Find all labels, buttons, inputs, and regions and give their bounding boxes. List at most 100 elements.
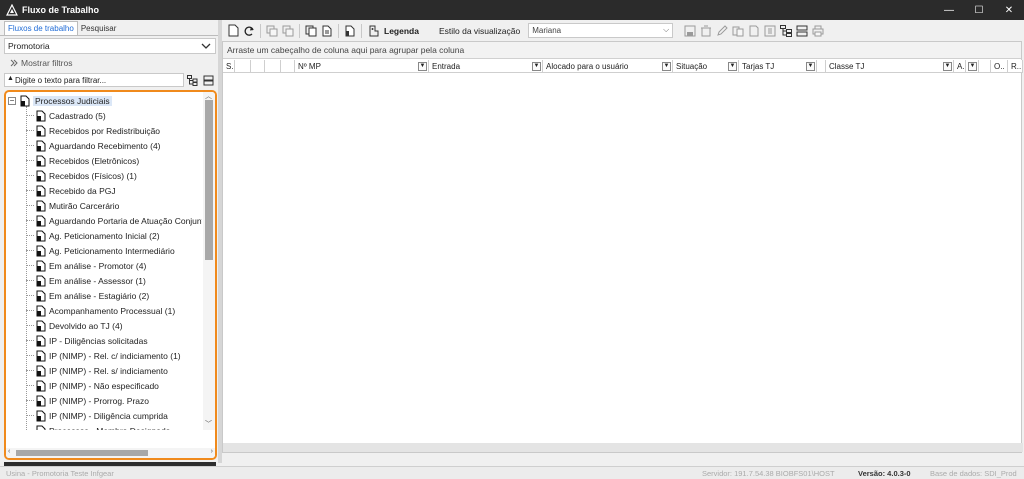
chevron-down-icon: ⌵ xyxy=(663,25,670,34)
assign-icon[interactable] xyxy=(343,24,357,38)
style-label: Estilo da visualização xyxy=(438,25,521,36)
duplicate-icon[interactable] xyxy=(304,24,318,38)
tree-item[interactable]: Recebidos por Redistribuição xyxy=(26,123,160,138)
column-filter-icon[interactable]: ▼ xyxy=(728,62,737,71)
column-filter-icon[interactable]: ▼ xyxy=(662,62,671,71)
document-icon xyxy=(36,215,46,226)
grid-column-headers: S.. Nº MP ▼ Entrada ▼ Alocado para o usuário ▼… xyxy=(223,60,1023,73)
column-header-attach[interactable] xyxy=(281,60,295,73)
column-header-status[interactable]: S.. xyxy=(223,60,235,73)
tree-item[interactable]: IP (NIMP) - Rel. s/ indiciamento xyxy=(26,363,168,378)
tree-item[interactable]: Em análise - Assessor (1) xyxy=(26,273,146,288)
column-filter-icon[interactable]: ▼ xyxy=(943,62,952,71)
tab-pesquisar[interactable]: Pesquisar xyxy=(78,22,120,35)
column-header-r[interactable]: R.. xyxy=(1008,60,1023,73)
print-icon[interactable] xyxy=(811,24,825,38)
column-header-numero-mp[interactable]: Nº MP ▼ xyxy=(295,60,429,73)
export-view-icon[interactable] xyxy=(763,24,777,38)
show-filters-toggle[interactable]: Mostrar filtros xyxy=(10,58,72,68)
tree-vertical-scrollbar[interactable]: ︿ ﹀ xyxy=(203,92,215,430)
tree-item[interactable]: Cadastrado (5) xyxy=(26,108,106,123)
show-filters-label: Mostrar filtros xyxy=(21,58,73,68)
maximize-button[interactable]: ☐ xyxy=(964,0,994,20)
tree-item[interactable]: Acompanhamento Processual (1) xyxy=(26,303,175,318)
edit-view-icon[interactable] xyxy=(715,24,729,38)
tree-item[interactable]: Ag. Peticionamento Inicial (2) xyxy=(26,228,160,243)
tree-item[interactable]: Recebidos (Físicos) (1) xyxy=(26,168,137,183)
column-header-check[interactable] xyxy=(251,60,265,73)
tree-item[interactable]: Em análise - Estagiário (2) xyxy=(26,288,149,303)
share-view-icon[interactable] xyxy=(731,24,745,38)
import-view-icon[interactable] xyxy=(747,24,761,38)
tree-root-label: Processos Judiciais xyxy=(33,95,112,106)
legend-button[interactable]: Legenda xyxy=(384,26,419,36)
copy-icon[interactable] xyxy=(265,24,279,38)
refresh-icon[interactable] xyxy=(242,24,256,38)
style-select-value: Mariana xyxy=(532,26,562,35)
column-header-alocado[interactable]: Alocado para o usuário ▼ xyxy=(543,60,673,73)
scroll-down-icon[interactable]: ﹀ xyxy=(205,419,212,429)
minimize-button[interactable]: — xyxy=(934,0,964,20)
column-header-o1[interactable]: O..▼ xyxy=(966,60,979,73)
column-header-tarjas[interactable]: Tarjas TJ ▼ xyxy=(739,60,817,73)
legend-icon[interactable] xyxy=(366,24,380,38)
tree-item[interactable]: Ag. Peticionamento Intermediário xyxy=(26,243,175,258)
tree-item[interactable]: Em análise - Promotor (4) xyxy=(26,258,146,273)
column-filter-icon[interactable]: ▼ xyxy=(968,62,977,71)
tree-item[interactable]: IP (NIMP) - Não especificado xyxy=(26,378,159,393)
tree-vertical-scroll-thumb[interactable] xyxy=(205,100,213,260)
process-grid: Arraste um cabeçalho de coluna aqui para… xyxy=(222,41,1023,453)
tree-item[interactable]: IP (NIMP) - Diligência cumprida xyxy=(26,408,168,423)
scroll-right-icon[interactable]: › xyxy=(211,448,213,455)
tree-item[interactable]: IP (NIMP) - Rel. c/ indiciamento (1) xyxy=(26,348,181,363)
tree-connector xyxy=(26,220,34,221)
column-filter-icon[interactable]: ▼ xyxy=(532,62,541,71)
new-document-icon[interactable] xyxy=(226,24,240,38)
column-header-flag[interactable] xyxy=(235,60,251,73)
tree-item[interactable]: Mutirão Carcerário xyxy=(26,198,119,213)
close-window-button[interactable]: ✕ xyxy=(994,0,1024,20)
save-view-icon[interactable] xyxy=(683,24,697,38)
collapse-groups-icon[interactable] xyxy=(795,24,809,38)
tree-item[interactable]: Recebidos (Eletrônicos) xyxy=(26,153,139,168)
column-header-o-filter[interactable] xyxy=(979,60,991,73)
move-icon[interactable] xyxy=(281,24,295,38)
attach-icon[interactable] xyxy=(320,24,334,38)
column-header-classe[interactable]: Classe TJ ▼ xyxy=(826,60,954,73)
column-filter-icon[interactable]: ▼ xyxy=(806,62,815,71)
tree-item[interactable]: Recebido da PGJ xyxy=(26,183,116,198)
grid-footer xyxy=(223,443,1023,452)
tree-item-label: Em análise - Promotor (4) xyxy=(49,260,147,271)
workflow-dropdown[interactable]: Promotoria xyxy=(4,38,216,54)
column-header-situacao[interactable]: Situação ▼ xyxy=(673,60,739,73)
tree-item[interactable]: Aguardando Portaria de Atuação Conjunta xyxy=(26,213,202,228)
tree-item[interactable]: Processos - Membro Designado xyxy=(26,423,170,430)
delete-view-icon[interactable] xyxy=(699,24,713,38)
right-panel: Legenda Estilo da visualização Mariana ⌵… xyxy=(222,20,1024,463)
document-icon xyxy=(36,260,46,271)
toolbar-separator xyxy=(361,23,362,38)
collapse-node-icon[interactable]: − xyxy=(8,96,16,105)
grid-tree-icon[interactable] xyxy=(779,24,793,38)
tree-horizontal-scroll-thumb[interactable] xyxy=(16,450,148,456)
group-by-area[interactable]: Arraste um cabeçalho de coluna aqui para… xyxy=(223,42,1021,59)
column-header-a[interactable]: A.. xyxy=(954,60,966,73)
tree-item[interactable]: Devolvido ao TJ (4) xyxy=(26,318,123,333)
collapse-all-icon[interactable] xyxy=(200,73,216,87)
tree-horizontal-scrollbar[interactable]: ‹ › xyxy=(6,448,215,458)
tree-connector xyxy=(26,160,34,161)
tree-view-icon[interactable] xyxy=(184,73,200,87)
tree-item[interactable]: Aguardando Recebimento (4) xyxy=(26,138,161,153)
scroll-left-icon[interactable]: ‹ xyxy=(8,448,10,455)
tree-root[interactable]: − Processos Judiciais xyxy=(8,94,112,107)
column-header-o2[interactable]: O.. xyxy=(991,60,1008,73)
tree-item[interactable]: IP - Diligências solicitadas xyxy=(26,333,148,348)
column-header-tree[interactable] xyxy=(265,60,281,73)
style-select[interactable]: Mariana ⌵ xyxy=(528,23,674,38)
column-filter-icon[interactable]: ▼ xyxy=(418,62,427,71)
column-header-entrada[interactable]: Entrada ▼ xyxy=(429,60,543,73)
column-header-tarjas-filter[interactable] xyxy=(817,60,826,73)
tree-item[interactable]: IP (NIMP) - Prorrog. Prazo xyxy=(26,393,149,408)
filter-input[interactable]: ▲ Digite o texto para filtrar... xyxy=(4,73,184,87)
tab-fluxos[interactable]: Fluxos de trabalho xyxy=(4,21,78,35)
